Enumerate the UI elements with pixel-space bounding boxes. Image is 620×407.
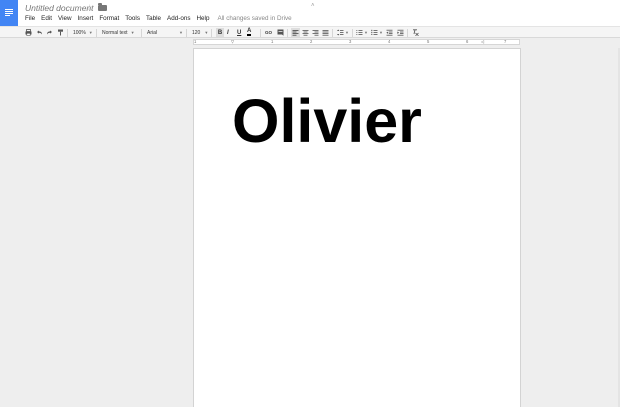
document-page[interactable]: Olivier — [193, 48, 521, 407]
toolbar-separator — [67, 29, 68, 37]
toolbar-separator — [260, 29, 261, 37]
google-docs-window: Untitled document ☆ ˄ File Edit View Ins… — [0, 0, 620, 407]
font-size-value: 120 — [192, 29, 201, 36]
print-icon[interactable] — [25, 29, 32, 36]
document-body-text[interactable]: Olivier — [232, 91, 422, 152]
ruler-number: 7 — [504, 39, 507, 44]
numbered-list-icon[interactable] — [356, 29, 363, 36]
ruler-row: 1 ▽ 1 2 3 4 5 6 ◁ 7 — [0, 38, 620, 47]
docs-logo-icon[interactable] — [0, 0, 18, 26]
star-icon[interactable]: ☆ — [86, 3, 93, 12]
toolbar-separator — [186, 29, 187, 37]
align-right-icon[interactable] — [312, 29, 319, 36]
toolbar-separator — [407, 29, 408, 37]
menu-tools[interactable]: Tools — [125, 15, 140, 22]
toolbar-separator — [96, 29, 97, 37]
style-select[interactable]: Normal text ▼ — [102, 28, 135, 37]
document-title[interactable]: Untitled document — [25, 3, 94, 13]
ruler-number: 4 — [388, 39, 391, 44]
comment-icon[interactable] — [277, 29, 284, 36]
align-center-icon[interactable] — [302, 29, 309, 36]
decrease-indent-icon[interactable] — [386, 29, 393, 36]
menu-insert[interactable]: Insert — [78, 15, 94, 22]
line-spacing-dropdown[interactable]: ▼ — [345, 28, 349, 37]
toolbar-separator — [141, 29, 142, 37]
chevron-down-icon: ▼ — [379, 30, 383, 35]
undo-icon[interactable] — [36, 29, 43, 36]
style-value: Normal text — [102, 29, 128, 36]
ruler-number: 1 — [271, 39, 274, 44]
font-value: Arial — [147, 29, 158, 36]
menu-format[interactable]: Format — [99, 15, 119, 22]
numbered-list-dropdown[interactable]: ▼ — [364, 28, 368, 37]
chevron-down-icon: ▼ — [345, 30, 349, 35]
toolbar-separator — [352, 29, 353, 37]
ruler-number: 2 — [310, 39, 313, 44]
menu-help[interactable]: Help — [197, 15, 210, 22]
font-size-select[interactable]: 120 ▼ — [192, 28, 208, 37]
chevron-down-icon: ▼ — [130, 30, 135, 35]
right-indent-marker-icon[interactable]: ◁ — [481, 39, 484, 44]
zoom-select[interactable]: 100% ▼ — [73, 28, 93, 37]
increase-indent-icon[interactable] — [397, 29, 404, 36]
collapse-icon[interactable]: ˄ — [311, 3, 315, 9]
app-header: Untitled document ☆ ˄ File Edit View Ins… — [0, 0, 620, 26]
menu-view[interactable]: View — [58, 15, 72, 22]
bulleted-list-icon[interactable] — [371, 29, 378, 36]
toolbar-separator — [287, 29, 288, 37]
redo-icon[interactable] — [46, 29, 53, 36]
chevron-down-icon: ▼ — [204, 30, 209, 35]
ruler-number: 3 — [349, 39, 352, 44]
toolbar: 100% ▼ Normal text ▼ Arial ▼ 120 ▼ B I U A G… — [0, 26, 620, 38]
font-select[interactable]: Arial ▼ — [147, 28, 183, 37]
bold-button[interactable]: B — [216, 28, 224, 37]
horizontal-ruler[interactable]: 1 ▽ 1 2 3 4 5 6 ◁ 7 — [193, 39, 520, 45]
chevron-down-icon: ▼ — [364, 30, 368, 35]
ruler-number: 1 — [194, 39, 197, 44]
paint-format-icon[interactable] — [57, 29, 64, 36]
menu-edit[interactable]: Edit — [41, 15, 52, 22]
chevron-down-icon: ▼ — [88, 30, 93, 35]
left-indent-marker-icon[interactable]: ▽ — [231, 39, 234, 44]
bulleted-list-dropdown[interactable]: ▼ — [379, 28, 383, 37]
align-left-icon[interactable] — [292, 29, 299, 36]
ruler-number: 5 — [427, 39, 430, 44]
ruler-number: 6 — [466, 39, 469, 44]
toolbar-separator — [332, 29, 333, 37]
save-status[interactable]: All changes saved in Drive — [217, 15, 291, 22]
text-color-button[interactable]: A — [247, 28, 252, 36]
line-spacing-icon[interactable] — [337, 29, 344, 36]
italic-button[interactable]: I — [227, 28, 229, 37]
menu-table[interactable]: Table — [146, 15, 161, 22]
align-justify-icon[interactable] — [322, 29, 329, 36]
clear-formatting-icon[interactable] — [412, 29, 419, 36]
chevron-down-icon: ▼ — [179, 30, 183, 35]
menu-addons[interactable]: Add-ons — [167, 15, 190, 22]
menu-file[interactable]: File — [25, 15, 35, 22]
link-button[interactable]: GO — [265, 28, 272, 37]
toolbar-separator — [211, 29, 212, 37]
zoom-value: 100% — [73, 29, 86, 36]
folder-icon[interactable] — [98, 3, 107, 11]
menu-bar: File Edit View Insert Format Tools Table… — [25, 15, 298, 22]
underline-button[interactable]: U — [237, 28, 241, 37]
